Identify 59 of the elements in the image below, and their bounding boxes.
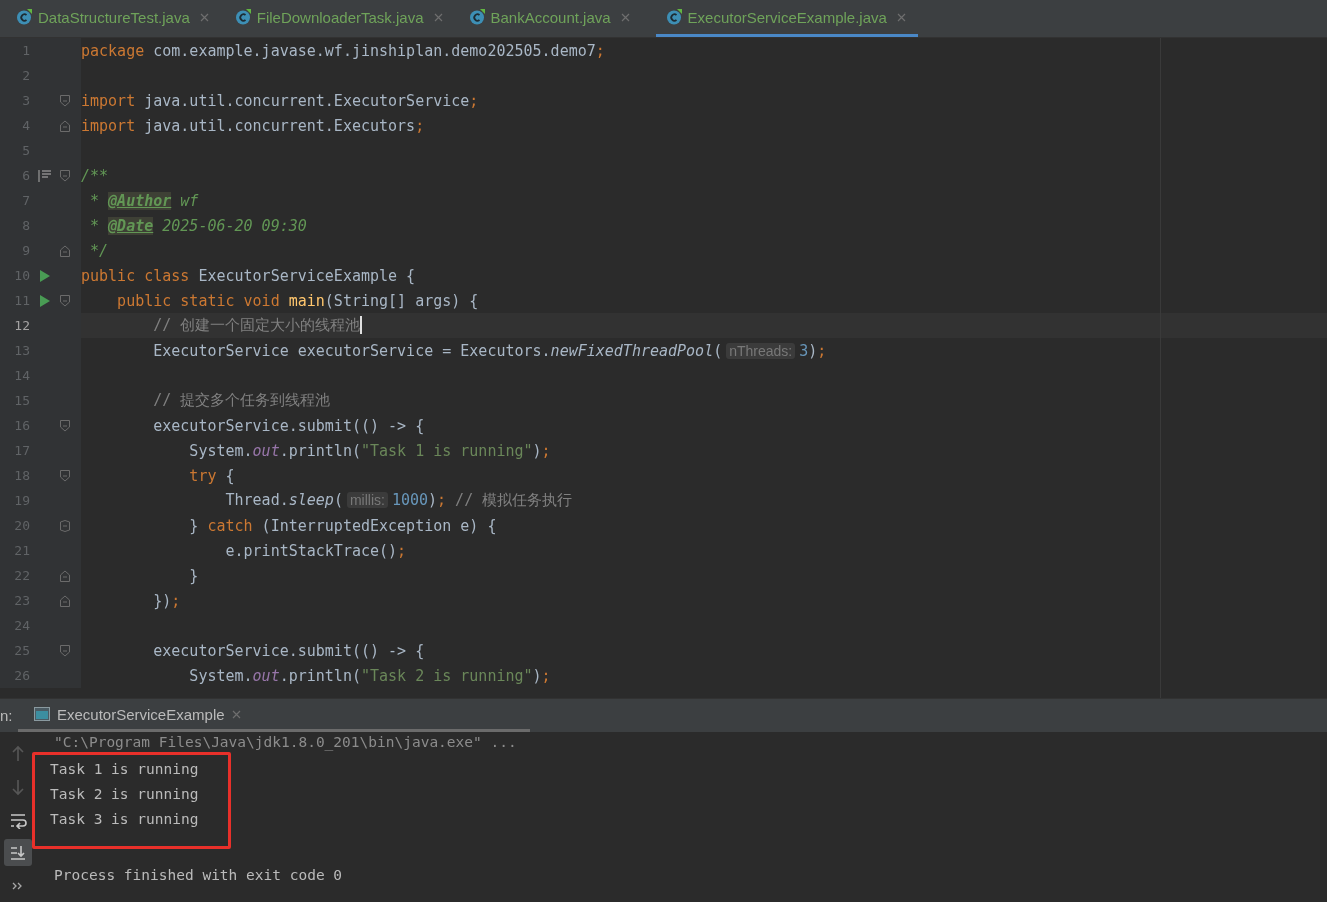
console-output-line: Task 3 is running: [50, 810, 199, 829]
code-line: * @Author wf: [89, 191, 199, 210]
panel-label: n:: [0, 707, 14, 724]
line-number: 12: [13, 318, 30, 333]
code-line: Thread.sleep( millis: 1000); // 模拟任务执行: [224, 491, 573, 510]
code-line: executorService.submit(() -> {: [152, 641, 425, 660]
console-icon: [34, 707, 50, 721]
fold-icon[interactable]: [60, 519, 70, 532]
scroll-to-end-icon: [9, 843, 27, 862]
code-line: import java.util.concurrent.ExecutorService;: [81, 91, 479, 110]
fold-icon[interactable]: [60, 469, 70, 482]
close-icon[interactable]: [620, 12, 630, 22]
code-line: public class ExecutorServiceExample {: [81, 266, 416, 285]
lines-icon[interactable]: [38, 169, 52, 182]
fold-icon[interactable]: [60, 94, 70, 107]
down-arrow-icon: [9, 777, 27, 796]
fold-icon[interactable]: [60, 169, 70, 182]
command-line: "C:\Program Files\Java\jdk1.8.0_201\bin\java.exe" ...: [54, 733, 517, 752]
code-line: ExecutorService executorService = Executors.newFixedThreadPool( nThreads: 3);: [152, 341, 827, 360]
fold-icon[interactable]: [60, 294, 70, 307]
code-line: }: [188, 566, 199, 585]
console-output-line: Task 1 is running: [50, 760, 199, 779]
code-line: // 提交多个任务到线程池: [152, 391, 331, 410]
console-output-line: Task 2 is running: [50, 785, 199, 804]
code-line: */: [89, 241, 109, 260]
close-icon[interactable]: [433, 12, 443, 22]
class-icon: [468, 9, 485, 25]
code-line: } catch (InterruptedException e) {: [188, 516, 497, 535]
code-line: });: [152, 591, 181, 610]
run-icon[interactable]: [40, 294, 50, 307]
code-line: * @Date 2025-06-20 09:30: [89, 216, 307, 235]
class-icon: [234, 9, 251, 25]
file-tab[interactable]: FileDownloaderTask.java: [234, 0, 455, 37]
code-line: package com.example.javase.wf.jinshiplan.demo202505.demo7;: [81, 41, 605, 60]
fold-icon[interactable]: [60, 569, 70, 582]
code-line: public static void main(String[] args) {: [116, 291, 479, 310]
file-tab[interactable]: DataStructureTest.java: [16, 0, 221, 37]
code-line: import java.util.concurrent.Executors;: [81, 116, 425, 135]
close-icon[interactable]: [231, 709, 241, 719]
fold-icon[interactable]: [60, 244, 70, 257]
class-icon: [16, 9, 32, 25]
code-line: System.out.println("Task 1 is running");: [188, 441, 551, 460]
scroll-to-end-button[interactable]: [4, 839, 32, 866]
close-icon[interactable]: [199, 12, 209, 22]
exit-message: Process finished with exit code 0: [54, 866, 344, 885]
code-line: /**: [81, 166, 109, 185]
close-icon[interactable]: [896, 12, 906, 22]
fold-icon[interactable]: [60, 644, 70, 657]
fold-icon[interactable]: [60, 419, 70, 432]
code-line: System.out.println("Task 2 is running");: [188, 666, 551, 685]
code-line: // 创建一个固定大小的线程池: [81, 316, 363, 335]
fold-icon[interactable]: [60, 119, 70, 132]
run-icon[interactable]: [40, 269, 50, 282]
class-icon: [665, 9, 682, 25]
code-line: e.printStackTrace();: [224, 541, 407, 560]
file-tab[interactable]: BankAccount.java: [468, 0, 642, 37]
code-line: executorService.submit(() -> {: [152, 416, 425, 435]
fold-icon[interactable]: [60, 594, 70, 607]
code-line: try {: [188, 466, 235, 485]
